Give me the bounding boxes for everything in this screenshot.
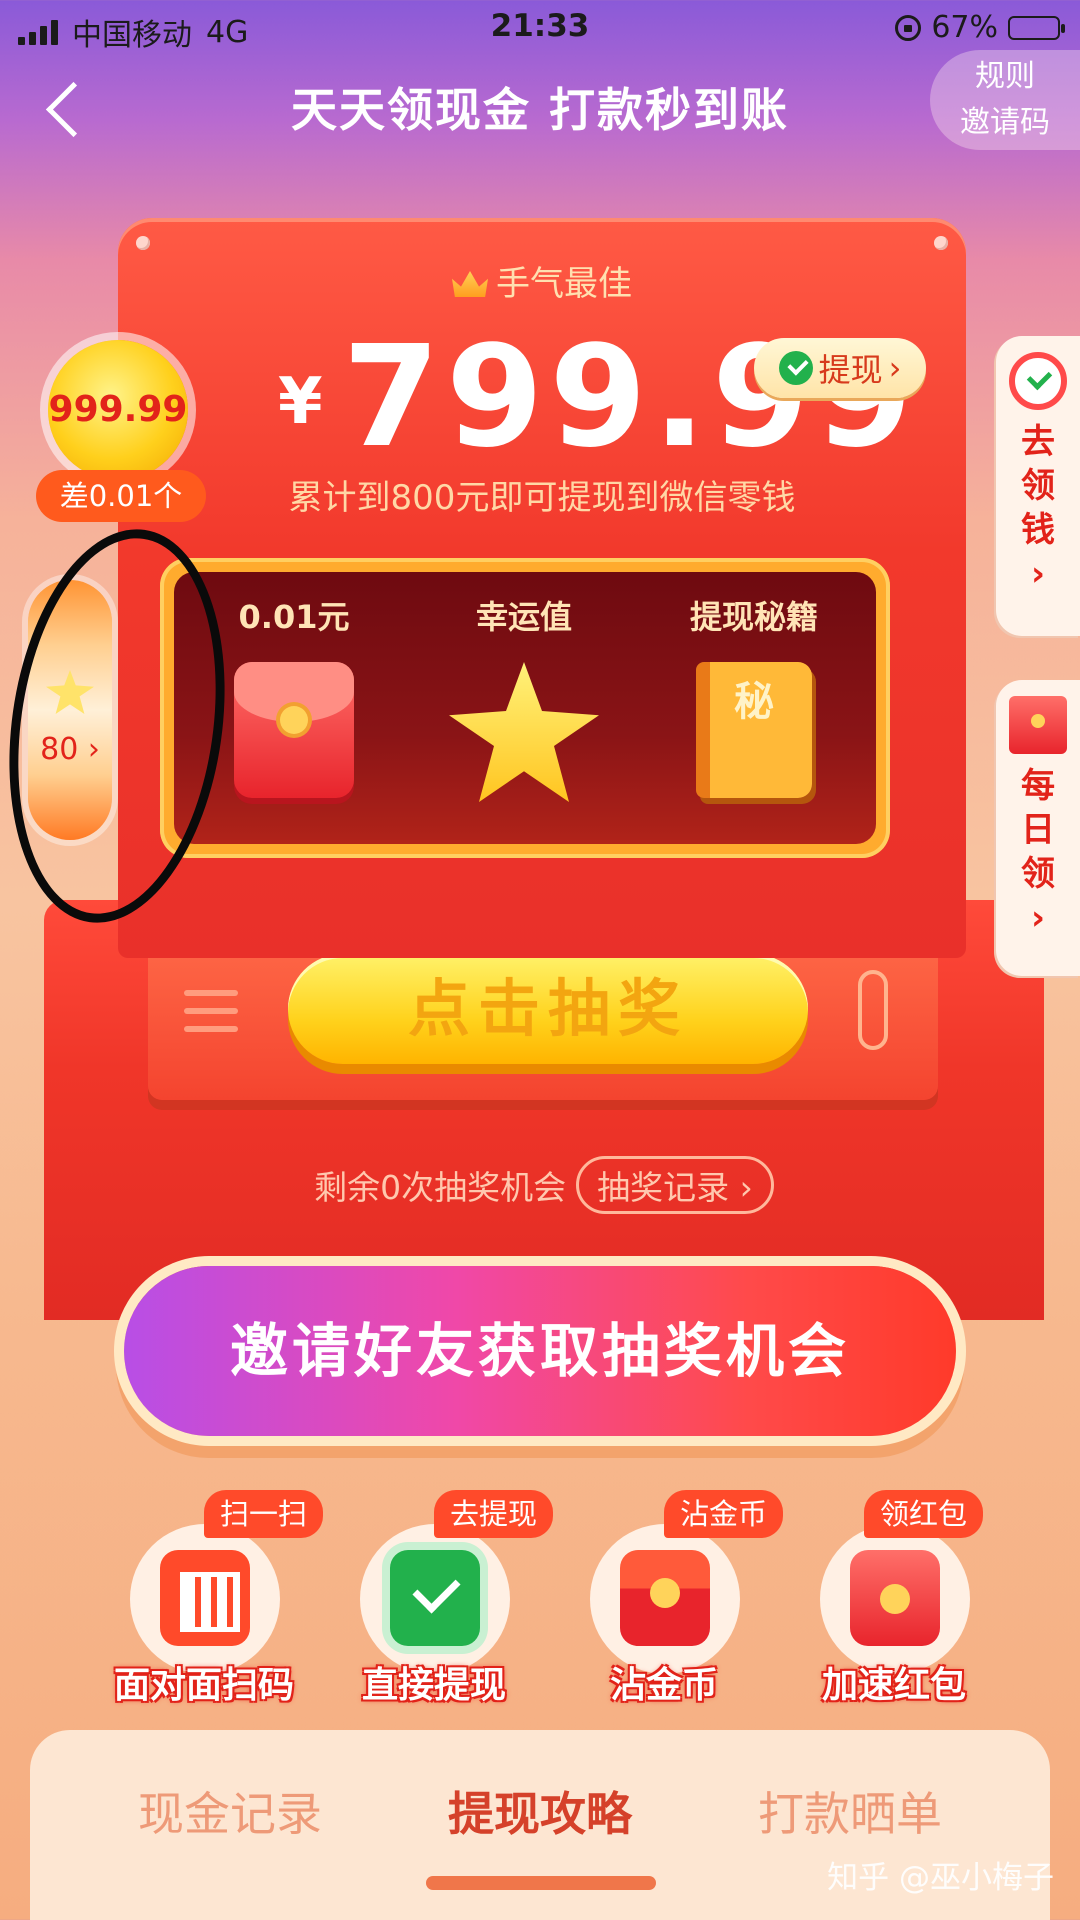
side-tab-label: 去领钱	[996, 420, 1080, 552]
side-tab-char: 领	[1021, 466, 1055, 506]
chevron-right-icon: ›	[1030, 554, 1045, 594]
wallet-icon	[1009, 352, 1067, 410]
star-icon	[449, 662, 599, 802]
side-tab-char: 每	[1021, 766, 1055, 806]
action-label: 面对面扫码	[113, 1665, 294, 1706]
action-tag: 沾金币	[664, 1490, 784, 1538]
withdraw-hint: 累计到800元即可提现到微信零钱	[288, 478, 796, 518]
side-tab-label: 每日领	[996, 764, 1080, 896]
prize-cell-secret[interactable]: 提现秘籍 秘	[654, 592, 854, 798]
crown-icon	[452, 271, 488, 297]
side-tab-char: 去	[1021, 422, 1055, 462]
action-label: 直接提现	[361, 1665, 506, 1706]
action-label: 沾金币	[609, 1665, 718, 1706]
back-button[interactable]	[42, 78, 90, 138]
best-luck-label: 手气最佳	[496, 264, 632, 304]
remaining-chances-text: 剩余0次抽奖机会	[314, 1168, 567, 1207]
red-packet-icon	[1009, 696, 1067, 754]
action-tag: 扫一扫	[204, 1490, 324, 1538]
watermark: 知乎 @巫小梅子	[827, 1860, 1054, 1896]
withdraw-label: 提现	[818, 351, 883, 389]
chevron-right-icon: ›	[888, 349, 902, 387]
gold-coin-badge[interactable]: 999.99	[48, 340, 188, 480]
active-tab-indicator	[426, 1876, 656, 1890]
rules-invite-pill[interactable]: 规则 邀请码	[930, 50, 1080, 150]
action-tag: 领红包	[864, 1490, 984, 1538]
page-title: 天天领现金 打款秒到账	[290, 83, 789, 137]
coin-diff-badge: 差0.01个	[36, 470, 206, 522]
red-packet-icon	[850, 1550, 940, 1646]
rivet	[136, 236, 150, 250]
status-right: 67%	[895, 10, 1065, 45]
wechat-icon	[390, 1550, 480, 1646]
qr-code-icon	[160, 1550, 250, 1646]
quick-actions: 扫一扫 面对面扫码 去提现 直接提现 沾金币 沾金币 领红包 加速红包	[0, 1490, 1080, 1730]
invite-code-link[interactable]: 邀请码	[930, 100, 1080, 146]
lottery-machine-base: 点击抽奖 剩余0次抽奖机会 抽奖记录 ›	[44, 900, 1044, 1320]
prize-label: 提现秘籍	[689, 598, 818, 636]
prize-cell-luck: 幸运值	[424, 592, 624, 802]
draw-button[interactable]: 点击抽奖	[288, 954, 808, 1064]
rotation-lock-icon	[895, 14, 922, 41]
vent-decoration	[184, 990, 238, 1044]
remaining-chances: 剩余0次抽奖机会 抽奖记录 ›	[44, 1156, 1044, 1214]
prize-screen: 0.01元 幸运值 提现秘籍 秘	[160, 558, 890, 858]
wechat-icon	[778, 351, 813, 385]
side-tab-char: 日	[1021, 810, 1055, 850]
prize-label: 0.01元	[238, 598, 350, 636]
secret-book-icon: 秘	[696, 662, 812, 798]
side-tab-get-money[interactable]: 去领钱 ›	[996, 336, 1080, 636]
red-packet-icon	[234, 662, 354, 798]
action-label: 加速红包	[821, 1665, 966, 1706]
prize-screen-inner: 0.01元 幸运值 提现秘籍 秘	[174, 572, 876, 844]
rules-link[interactable]: 规则	[930, 54, 1080, 100]
battery-icon	[1008, 15, 1065, 40]
chevron-right-icon: ›	[1030, 898, 1045, 938]
withdraw-button[interactable]: 提现 ›	[754, 338, 926, 398]
status-bar: 中国移动 4G 21:33 67%	[0, 0, 1080, 56]
prize-label: 幸运值	[475, 598, 572, 636]
side-tab-daily[interactable]: 每日领 ›	[996, 680, 1080, 976]
coin-slot-decoration	[858, 970, 888, 1050]
draw-record-label: 抽奖记录	[597, 1168, 730, 1207]
battery-percent: 67%	[931, 10, 998, 45]
currency-symbol: ¥	[278, 365, 329, 439]
invite-friends-button[interactable]: 邀请好友获取抽奖机会	[124, 1266, 956, 1436]
tab-payment-showcase[interactable]: 打款晒单	[700, 1778, 1000, 1844]
action-tag: 去提现	[434, 1490, 554, 1538]
treasure-chest-icon	[620, 1550, 710, 1646]
draw-record-button[interactable]: 抽奖记录 ›	[576, 1156, 774, 1214]
side-tab-char: 领	[1021, 854, 1055, 894]
best-luck-title: 手气最佳	[118, 256, 966, 305]
side-tab-char: 钱	[1021, 510, 1055, 550]
tab-withdraw-guide[interactable]: 提现攻略	[390, 1778, 690, 1844]
tab-cash-record[interactable]: 现金记录	[80, 1778, 380, 1844]
lottery-machine-top: 手气最佳 ¥799.99 提现 › 累计到800元即可提现到微信零钱 0.01元 …	[118, 218, 966, 958]
rivet	[934, 236, 948, 250]
